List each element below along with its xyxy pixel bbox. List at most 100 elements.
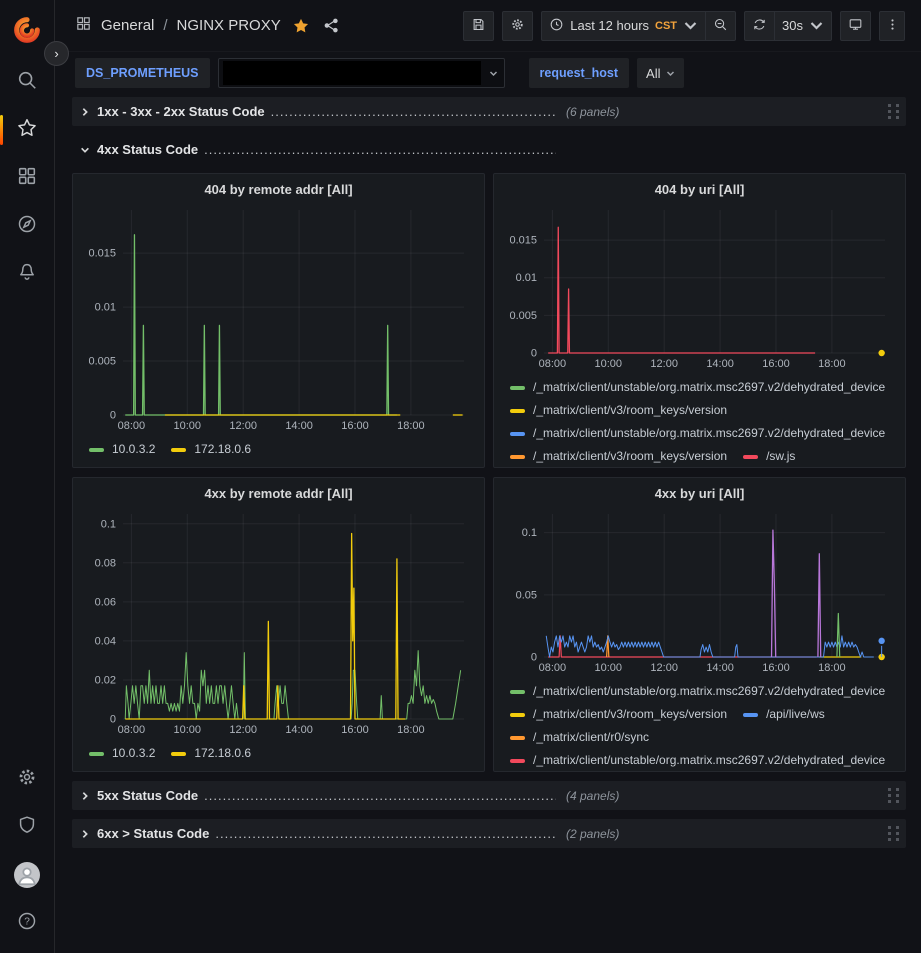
- legend-item[interactable]: 172.18.0.6: [171, 438, 251, 461]
- svg-text:16:00: 16:00: [762, 358, 790, 370]
- legend-item[interactable]: /_matrix/client/r0/sync: [510, 726, 649, 749]
- sidebar-item-help[interactable]: ?: [0, 899, 54, 947]
- legend-item[interactable]: /_matrix/client/v3/room_keys/version: [510, 399, 727, 422]
- sidebar-item-dashboards[interactable]: [0, 154, 54, 202]
- row-panel-count: (4 panels): [566, 789, 619, 803]
- svg-text:08:00: 08:00: [118, 420, 146, 432]
- series-line: [546, 636, 874, 657]
- chevron-down-icon: [489, 69, 498, 78]
- redacted-value: [223, 61, 481, 85]
- legend-item[interactable]: 10.0.3.2: [89, 438, 155, 461]
- favorite-star-button[interactable]: [290, 15, 312, 37]
- monitor-icon: [848, 17, 863, 35]
- refresh-icon: [752, 17, 767, 35]
- sidebar: ? ›: [0, 0, 55, 953]
- more-options-button[interactable]: [879, 11, 905, 41]
- sidebar-item-explore[interactable]: [0, 202, 54, 250]
- chevron-right-icon: [80, 107, 90, 117]
- legend-label: /_matrix/client/unstable/org.matrix.msc2…: [533, 422, 885, 445]
- legend-label: /_matrix/client/unstable/org.matrix.msc2…: [533, 680, 885, 703]
- svg-text:12:00: 12:00: [650, 662, 678, 674]
- panel-legend: /_matrix/client/unstable/org.matrix.msc2…: [502, 376, 897, 468]
- gear-icon: [16, 766, 38, 793]
- series-line: [125, 651, 460, 719]
- save-dashboard-button[interactable]: [463, 11, 494, 41]
- chart-canvas: 08:0010:0012:0014:0016:0018:0000.0050.01…: [502, 203, 897, 373]
- sidebar-item-server-admin[interactable]: [0, 803, 54, 851]
- legend-label: 10.0.3.2: [112, 438, 155, 461]
- panel-4xx-by-remote-addr: 4xx by remote addr [All] 08:0010:0012:00…: [72, 477, 485, 772]
- legend-item[interactable]: 10.0.3.2: [89, 742, 155, 765]
- sidebar-item-profile[interactable]: [0, 851, 54, 899]
- zoom-out-button[interactable]: [705, 11, 736, 41]
- dashboards-grid-icon: [75, 15, 92, 36]
- svg-text:0.005: 0.005: [88, 356, 116, 368]
- refresh-interval-picker[interactable]: 30s: [774, 11, 832, 41]
- refresh-button[interactable]: [744, 11, 774, 41]
- svg-text:14:00: 14:00: [285, 724, 313, 736]
- sidebar-item-configuration[interactable]: [0, 755, 54, 803]
- legend-swatch: [743, 713, 758, 717]
- legend-swatch: [510, 713, 525, 717]
- variable-ds-prometheus-dropdown[interactable]: [218, 58, 505, 88]
- svg-text:16:00: 16:00: [762, 662, 790, 674]
- svg-text:18:00: 18:00: [397, 420, 425, 432]
- svg-text:0.01: 0.01: [516, 272, 537, 284]
- row-drag-handle[interactable]: [888, 788, 900, 803]
- panel-title[interactable]: 404 by uri [All]: [502, 179, 897, 203]
- chevron-down-icon: [809, 18, 824, 33]
- time-range-picker[interactable]: Last 12 hours CST: [541, 11, 705, 41]
- chevron-down-icon: [683, 18, 698, 33]
- dashboard-header: General / NGINX PROXY: [55, 0, 921, 52]
- chevron-down-icon: [666, 69, 675, 78]
- share-button[interactable]: [321, 15, 342, 36]
- panel-title[interactable]: 404 by remote addr [All]: [81, 179, 476, 203]
- sidebar-item-starred[interactable]: [0, 106, 54, 154]
- svg-text:0: 0: [110, 410, 116, 422]
- legend-item[interactable]: /_matrix/client/unstable/org.matrix.msc2…: [510, 376, 885, 399]
- row-drag-handle[interactable]: [888, 826, 900, 841]
- legend-label: /_matrix/client/v3/room_keys/version: [533, 399, 727, 422]
- legend-item[interactable]: /_matrix/client/v3/room_keys/version: [510, 445, 727, 468]
- tv-mode-button[interactable]: [840, 11, 871, 41]
- legend-label: 10.0.3.2: [112, 742, 155, 765]
- legend-item[interactable]: /_matrix/client/unstable/org.matrix.msc2…: [510, 680, 885, 703]
- compass-icon: [16, 213, 38, 240]
- series-line: [125, 534, 405, 719]
- gear-icon: [510, 17, 525, 35]
- row-leader-dots: ........................................…: [204, 788, 556, 803]
- legend-item[interactable]: /sw.js: [743, 445, 795, 468]
- panel-title[interactable]: 4xx by uri [All]: [502, 483, 897, 507]
- page-title: NGINX PROXY: [177, 17, 281, 34]
- row-header-4xx[interactable]: 4xx Status Code ........................…: [72, 135, 906, 164]
- row-header-6xx[interactable]: 6xx > Status Code ......................…: [72, 819, 906, 848]
- panel-404-by-remote-addr: 404 by remote addr [All] 08:0010:0012:00…: [72, 173, 485, 468]
- variable-request-host-dropdown[interactable]: All: [637, 58, 684, 88]
- bell-icon: [16, 261, 38, 288]
- svg-text:10:00: 10:00: [174, 724, 202, 736]
- legend-item[interactable]: /api/live/ws: [743, 703, 825, 726]
- row-header-1xx-3xx-2xx[interactable]: 1xx - 3xx - 2xx Status Code ............…: [72, 97, 906, 126]
- svg-text:16:00: 16:00: [341, 724, 369, 736]
- legend-item[interactable]: 172.18.0.6: [171, 742, 251, 765]
- panels-grid: 4xx by remote addr [All] 08:0010:0012:00…: [72, 477, 906, 772]
- sidebar-item-alerting[interactable]: [0, 250, 54, 298]
- legend-item[interactable]: /_matrix/client/v3/room_keys/version: [510, 703, 727, 726]
- sidebar-expand-button[interactable]: ›: [44, 41, 69, 66]
- dashboard-settings-button[interactable]: [502, 11, 533, 41]
- legend-item[interactable]: /_matrix/client/unstable/org.matrix.msc2…: [510, 749, 885, 772]
- svg-text:0.06: 0.06: [95, 596, 116, 608]
- panel-4xx-by-uri: 4xx by uri [All] 08:0010:0012:0014:0016:…: [493, 477, 906, 772]
- breadcrumb-section[interactable]: General: [101, 17, 154, 34]
- chart-canvas: 08:0010:0012:0014:0016:0018:0000.020.040…: [81, 507, 476, 739]
- series-point: [878, 350, 884, 356]
- row-header-5xx[interactable]: 5xx Status Code ........................…: [72, 781, 906, 810]
- series-line: [772, 530, 776, 657]
- row-drag-handle[interactable]: [888, 104, 900, 119]
- legend-item[interactable]: /_matrix/client/unstable/org.matrix.msc2…: [510, 422, 885, 445]
- panel-title[interactable]: 4xx by remote addr [All]: [81, 483, 476, 507]
- row-panel-count: (6 panels): [566, 105, 619, 119]
- sidebar-item-search[interactable]: [0, 58, 54, 106]
- panel-legend: 10.0.3.2 172.18.0.6: [81, 742, 476, 765]
- svg-text:0.1: 0.1: [101, 518, 116, 530]
